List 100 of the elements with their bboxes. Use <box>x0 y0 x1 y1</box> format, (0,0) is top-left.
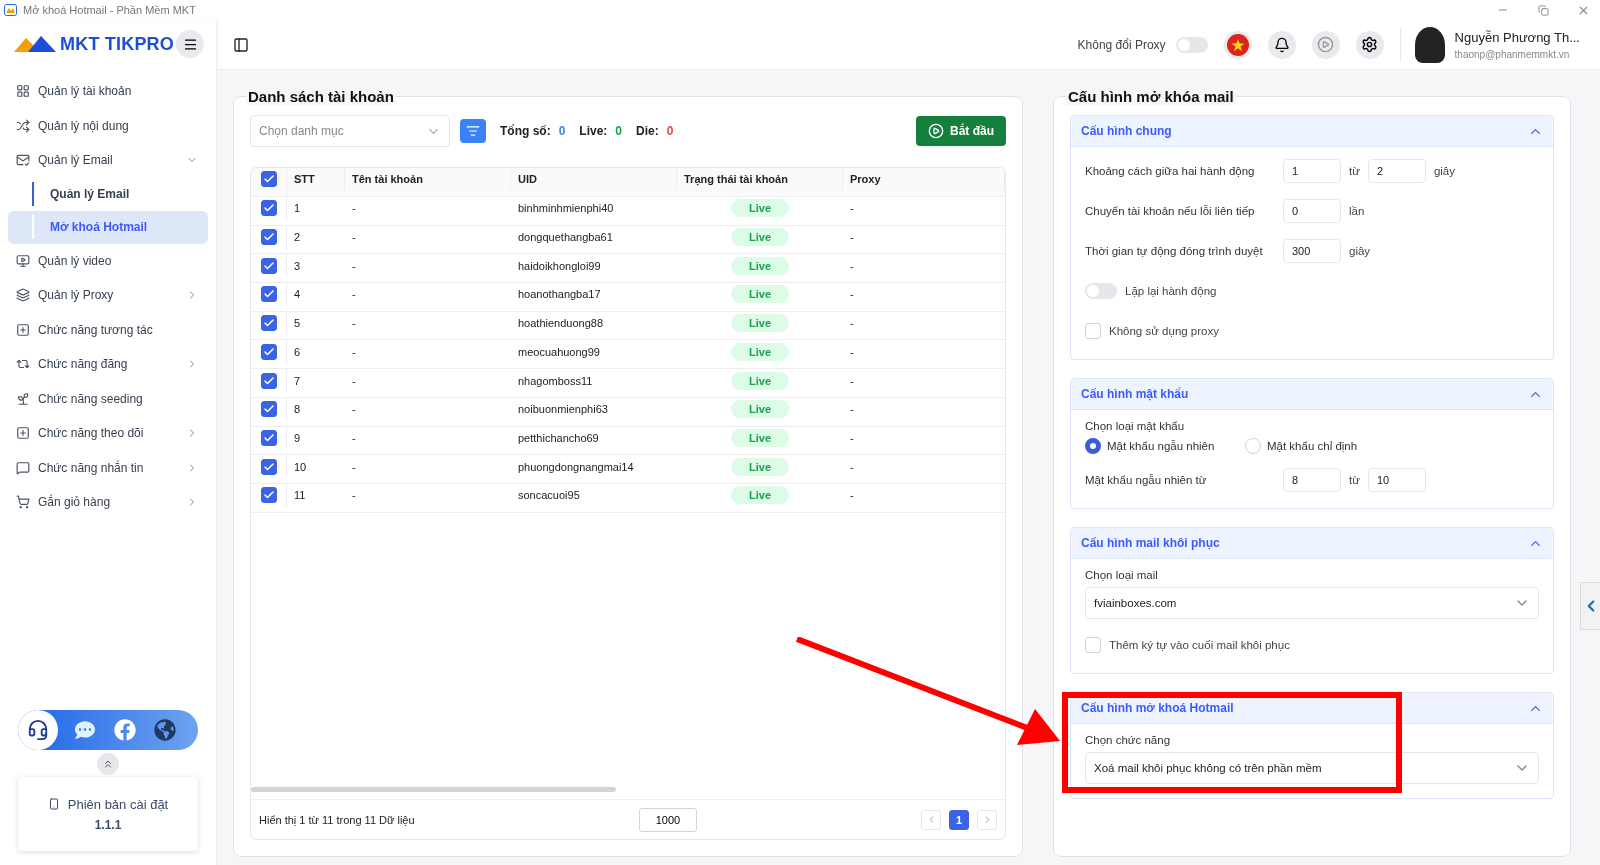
checkbox-label: Không sử dụng proxy <box>1109 325 1219 337</box>
facebook-button[interactable] <box>112 717 138 743</box>
nav-item[interactable]: Quản lý nội dung <box>8 108 208 143</box>
number-field[interactable]: 8 <box>1283 468 1341 492</box>
checkbox[interactable] <box>260 401 277 418</box>
table-cell-text: hoathienduong88 <box>517 316 605 332</box>
table-cell-text: - <box>351 201 357 217</box>
play-icon <box>928 123 944 139</box>
status-badge: Live <box>731 428 789 447</box>
headset-button[interactable] <box>18 710 58 750</box>
nav-item[interactable]: Chức năng nhắn tin <box>8 450 208 485</box>
section-header[interactable]: Cấu hình chung <box>1071 116 1553 147</box>
user-name: Nguyễn Phương Th... <box>1454 29 1580 45</box>
table-cell-text: - <box>849 201 855 217</box>
status-badge: Live <box>731 256 789 275</box>
menu-button[interactable] <box>176 30 204 58</box>
table-cell-text: - <box>849 230 855 246</box>
nav-item[interactable]: Quản lý Proxy <box>8 278 208 313</box>
field-label: Chọn loại mật khẩu <box>1085 420 1186 432</box>
table-cell-text: nhagomboss11 <box>517 373 594 389</box>
number-field[interactable]: 2 <box>1367 159 1426 183</box>
globe-icon <box>154 719 176 741</box>
start-button[interactable]: Bắt đầu <box>916 116 1006 146</box>
double-chevron-up-icon <box>102 758 114 770</box>
status-badge: Live <box>731 314 789 333</box>
stat-value: 0 <box>666 124 674 138</box>
status-badge: Live <box>731 228 789 247</box>
website-button[interactable] <box>152 717 178 743</box>
checkbox[interactable] <box>260 315 277 332</box>
collapse-up-button[interactable] <box>97 753 119 775</box>
toggle-switch[interactable] <box>1085 283 1117 299</box>
section-header[interactable]: Cấu hình mật khẩu <box>1071 379 1553 410</box>
nav-item[interactable]: Quản lý video <box>8 243 208 278</box>
nav-item[interactable]: Gắn giỏ hàng <box>8 485 208 520</box>
nav-icon <box>16 322 30 337</box>
table-cell-text: 9 <box>293 430 302 446</box>
nav-item[interactable]: Chức năng seeding <box>8 381 208 416</box>
nav-subitem[interactable]: Mở khoá Hotmail <box>8 210 208 244</box>
number-field[interactable]: 300 <box>1283 239 1341 263</box>
checkbox[interactable] <box>260 343 277 360</box>
table-cell-text: meocuahuong99 <box>517 344 601 360</box>
table-cell-text: hoanothangba17 <box>517 287 602 303</box>
table-cell-text: 10 <box>293 459 308 475</box>
nav-icon <box>16 460 30 475</box>
toggle-label: Lặp lại hành động <box>1125 285 1217 297</box>
check-icon <box>262 431 275 444</box>
scrollbar-thumb[interactable] <box>251 787 616 792</box>
nav-item[interactable]: Chức năng theo dõi <box>8 416 208 451</box>
page-button[interactable]: 1 <box>949 809 969 830</box>
panel-title: Cấu hình mở khóa mail <box>1066 88 1236 105</box>
table-cell-text: 1 <box>293 201 302 217</box>
number-field[interactable]: 10 <box>1367 468 1426 492</box>
field-label: Khoảng cách giữa hai hành động <box>1085 165 1256 177</box>
section-header[interactable]: Cấu hình mail khôi phục <box>1071 528 1553 559</box>
filter-icon <box>466 124 480 138</box>
column-header: UID <box>511 168 677 190</box>
number-field[interactable]: 0 <box>1283 199 1341 223</box>
checkbox[interactable] <box>260 286 277 303</box>
checkbox[interactable] <box>260 372 277 389</box>
page-size-field[interactable]: 1000 <box>639 807 697 832</box>
filter-button[interactable] <box>460 119 486 143</box>
table-cell-text: - <box>351 316 357 332</box>
status-badge: Live <box>731 486 789 505</box>
unit-label: lần <box>1349 205 1365 217</box>
nav-item[interactable]: Quản lý tài khoản <box>8 74 208 109</box>
nav-item[interactable]: Quản lý Email <box>8 143 208 178</box>
play-button[interactable] <box>1311 30 1340 59</box>
table-cell-text: - <box>849 459 855 475</box>
nav-icon <box>16 118 30 133</box>
expand-panel-button[interactable] <box>1580 582 1600 630</box>
proxy-toggle[interactable] <box>1175 36 1208 53</box>
table-cell-text: - <box>849 316 855 332</box>
unit-label: giây <box>1349 245 1371 257</box>
proxy-toggle-label: Không đổi Proxy <box>1077 37 1166 52</box>
separator-label: từ <box>1349 165 1360 177</box>
settings-icon <box>1361 36 1379 53</box>
nav-item[interactable]: Chức năng tương tác <box>8 312 208 347</box>
checkbox[interactable] <box>260 229 277 246</box>
radio-button[interactable] <box>1085 438 1101 454</box>
checkbox[interactable] <box>260 171 277 187</box>
checkbox[interactable] <box>260 429 277 446</box>
checkbox-label: Thêm ký tự vào cuối mail khôi phục <box>1109 639 1290 651</box>
language-flag-button[interactable] <box>1223 30 1252 59</box>
select-field[interactable]: Xoá mail khôi phục không có trên phần mềm <box>1085 752 1539 784</box>
checkbox[interactable] <box>260 458 277 475</box>
checkbox[interactable] <box>260 200 277 217</box>
panel-toggle-icon[interactable] <box>233 36 249 53</box>
nav-subitem[interactable]: Quản lý Email <box>8 177 208 211</box>
nav-item[interactable]: Chức năng đăng <box>8 347 208 382</box>
select-field[interactable]: fviainboxes.com <box>1085 587 1539 619</box>
settings-button[interactable] <box>1355 30 1384 59</box>
number-field[interactable]: 1 <box>1283 159 1341 183</box>
table-cell-text: - <box>849 373 855 389</box>
table-cell-text: 5 <box>293 316 302 332</box>
category-select[interactable]: Chọn danh mục <box>250 115 450 147</box>
checkbox[interactable] <box>260 257 277 274</box>
checkbox[interactable] <box>260 487 277 504</box>
brand-name: MKT TIKPRO <box>60 33 174 55</box>
field-label: Chuyển tài khoản nếu lỗi liên tiếp <box>1085 205 1256 217</box>
notification-button[interactable] <box>1267 30 1296 59</box>
